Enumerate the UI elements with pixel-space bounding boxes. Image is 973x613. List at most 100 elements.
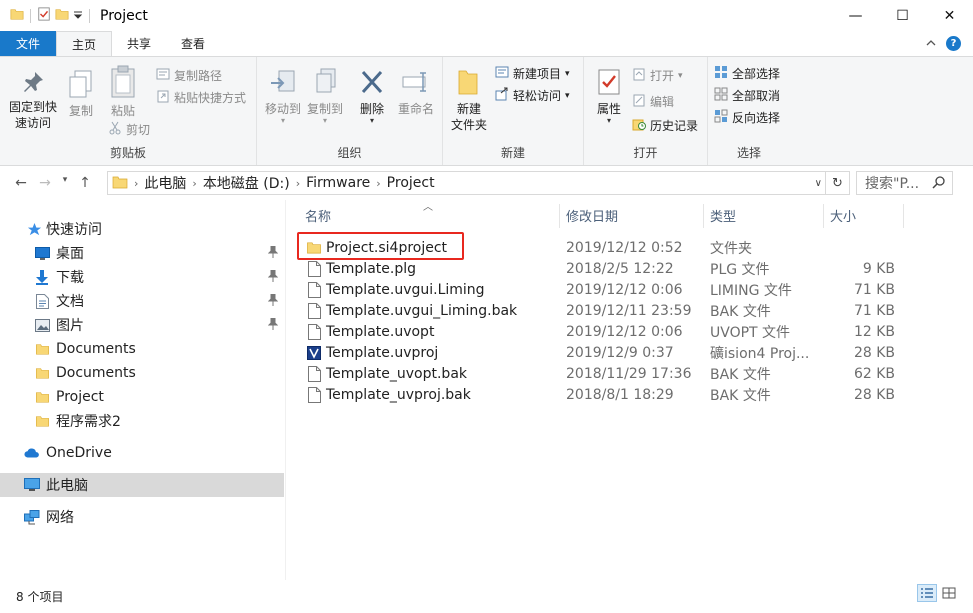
breadcrumb-chevron-icon[interactable]: ›: [192, 177, 196, 190]
file-row[interactable]: Template.uvopt 2019/12/12 0:06 UVOPT 文件 …: [297, 321, 957, 342]
select-group: 全部选择 全部取消 反向选择 选择: [708, 57, 790, 165]
maximize-button[interactable]: ☐: [879, 0, 926, 31]
file-row[interactable]: Template.plg 2018/2/5 12:22 PLG 文件 9 KB: [297, 258, 957, 279]
up-arrow-icon[interactable]: ↑: [74, 175, 96, 191]
help-icon[interactable]: ?: [946, 36, 961, 51]
rename-label: 重命名: [397, 102, 434, 116]
properties-button[interactable]: 属性 ▾: [592, 67, 626, 125]
column-header-size[interactable]: 大小: [830, 200, 856, 230]
close-button[interactable]: ✕: [926, 0, 973, 31]
move-to-button[interactable]: 移动到 ▾: [263, 67, 303, 125]
column-separator[interactable]: [903, 204, 904, 228]
delete-button[interactable]: 删除 ▾: [355, 67, 389, 125]
breadcrumb-chevron-icon[interactable]: ›: [296, 177, 300, 190]
recent-locations-icon[interactable]: ▾: [58, 175, 72, 191]
minimize-button[interactable]: —: [832, 0, 879, 31]
new-folder-icon[interactable]: [55, 7, 69, 24]
nav-item-project[interactable]: Project: [0, 385, 284, 409]
nav-item-documents-cn[interactable]: 文档: [0, 289, 284, 313]
folder-icon: [34, 413, 50, 429]
refresh-button[interactable]: ↻: [826, 171, 850, 195]
column-header-date[interactable]: 修改日期: [566, 200, 618, 230]
nav-network[interactable]: 网络: [0, 505, 284, 529]
folder-icon: [34, 389, 50, 405]
history-button[interactable]: 历史记录: [632, 117, 698, 134]
nav-item-downloads[interactable]: 下载: [0, 265, 284, 289]
select-group-label: 选择: [736, 146, 761, 160]
pane-divider[interactable]: [285, 200, 286, 580]
large-icons-view-icon[interactable]: [939, 584, 959, 602]
column-header-name[interactable]: 名称: [305, 200, 331, 230]
rename-button[interactable]: 重命名: [395, 67, 437, 117]
file-row[interactable]: Template_uvproj.bak 2018/8/1 18:29 BAK 文…: [297, 384, 957, 405]
chevron-down-icon: ▾: [565, 68, 570, 79]
file-icon: [306, 386, 322, 403]
edit-button[interactable]: 编辑: [632, 93, 674, 110]
nav-quick-access[interactable]: 快速访问: [0, 217, 284, 241]
tab-file[interactable]: 文件: [0, 31, 57, 56]
copy-to-label: 复制到: [306, 102, 343, 116]
paste-button[interactable]: 粘贴: [106, 65, 140, 119]
copy-to-button[interactable]: 复制到 ▾: [305, 67, 345, 125]
file-icon: [306, 281, 322, 298]
pin-quick-access-button[interactable]: 固定到快 速访问: [8, 69, 58, 131]
collapse-ribbon-icon[interactable]: [926, 37, 936, 51]
customize-toolbar-icon[interactable]: [73, 9, 83, 23]
column-separator[interactable]: [559, 204, 560, 228]
pin-icon[interactable]: [267, 269, 279, 286]
column-header-type[interactable]: 类型: [710, 200, 736, 230]
nav-item-documents-2[interactable]: Documents: [0, 361, 284, 385]
tab-home[interactable]: 主页: [56, 31, 113, 56]
forward-arrow-icon[interactable]: →: [34, 175, 56, 191]
clipboard-group-label: 剪贴板: [109, 146, 146, 160]
nav-item-pictures[interactable]: 图片: [0, 313, 284, 337]
address-bar[interactable]: › 此电脑 › 本地磁盘 (D:) › Firmware › Project ∨: [107, 171, 826, 195]
details-view-icon[interactable]: [917, 584, 937, 602]
search-box[interactable]: 搜索"P...: [856, 171, 953, 195]
open-button[interactable]: 打开 ▾: [632, 67, 683, 84]
nav-this-pc[interactable]: 此电脑: [0, 473, 284, 497]
file-row[interactable]: Template.uvgui.Liming 2019/12/12 0:06 LI…: [297, 279, 957, 300]
breadcrumb-chevron-icon[interactable]: ›: [376, 177, 380, 190]
column-separator[interactable]: [823, 204, 824, 228]
breadcrumb-this-pc[interactable]: 此电脑: [144, 173, 186, 193]
breadcrumb-project[interactable]: Project: [387, 175, 435, 191]
easy-access-button[interactable]: 轻松访问 ▾: [495, 87, 570, 104]
nav-item-desktop[interactable]: 桌面: [0, 241, 284, 265]
history-label: 历史记录: [650, 119, 699, 133]
copy-button[interactable]: 复制: [64, 69, 98, 119]
file-date: 2018/2/5 12:22: [566, 260, 674, 277]
select-none-button[interactable]: 全部取消: [714, 87, 780, 104]
file-name: Template.uvopt: [326, 323, 435, 340]
breadcrumb-local-disk[interactable]: 本地磁盘 (D:): [203, 173, 290, 193]
copy-path-button[interactable]: 复制路径: [156, 67, 222, 84]
file-row[interactable]: Template.uvgui_Liming.bak 2019/12/11 23:…: [297, 300, 957, 321]
new-item-button[interactable]: 新建项目 ▾: [495, 65, 570, 82]
tab-share[interactable]: 共享: [112, 31, 166, 56]
new-folder-button[interactable]: 新建 文件夹: [449, 67, 489, 133]
file-name: Template_uvopt.bak: [326, 365, 468, 382]
nav-item-requirements[interactable]: 程序需求2: [0, 409, 284, 433]
invert-selection-button[interactable]: 反向选择: [714, 109, 780, 126]
pin-icon[interactable]: [267, 317, 279, 334]
breadcrumb-firmware[interactable]: Firmware: [306, 175, 370, 191]
nav-onedrive[interactable]: OneDrive: [0, 441, 284, 465]
paste-shortcut-button[interactable]: 粘贴快捷方式: [156, 89, 246, 106]
properties-icon[interactable]: [37, 7, 51, 24]
breadcrumb-chevron-icon[interactable]: ›: [134, 177, 138, 190]
column-separator[interactable]: [703, 204, 704, 228]
tab-view[interactable]: 查看: [166, 31, 220, 56]
back-arrow-icon[interactable]: ←: [10, 175, 32, 191]
pin-icon[interactable]: [267, 293, 279, 310]
pin-icon[interactable]: [267, 245, 279, 262]
file-row[interactable]: Template.uvproj 2019/12/9 0:37 礦ision4 P…: [297, 342, 957, 363]
cut-button[interactable]: 剪切: [108, 121, 150, 138]
nav-item-documents-1[interactable]: Documents: [0, 337, 284, 361]
file-row[interactable]: Template_uvopt.bak 2018/11/29 17:36 BAK …: [297, 363, 957, 384]
select-all-icon: [714, 65, 728, 82]
select-all-button[interactable]: 全部选择: [714, 65, 780, 82]
invert-selection-icon: [714, 109, 728, 126]
file-type: BAK 文件: [710, 387, 771, 404]
computer-icon: [24, 477, 40, 493]
address-dropdown-icon[interactable]: ∨: [815, 178, 822, 189]
